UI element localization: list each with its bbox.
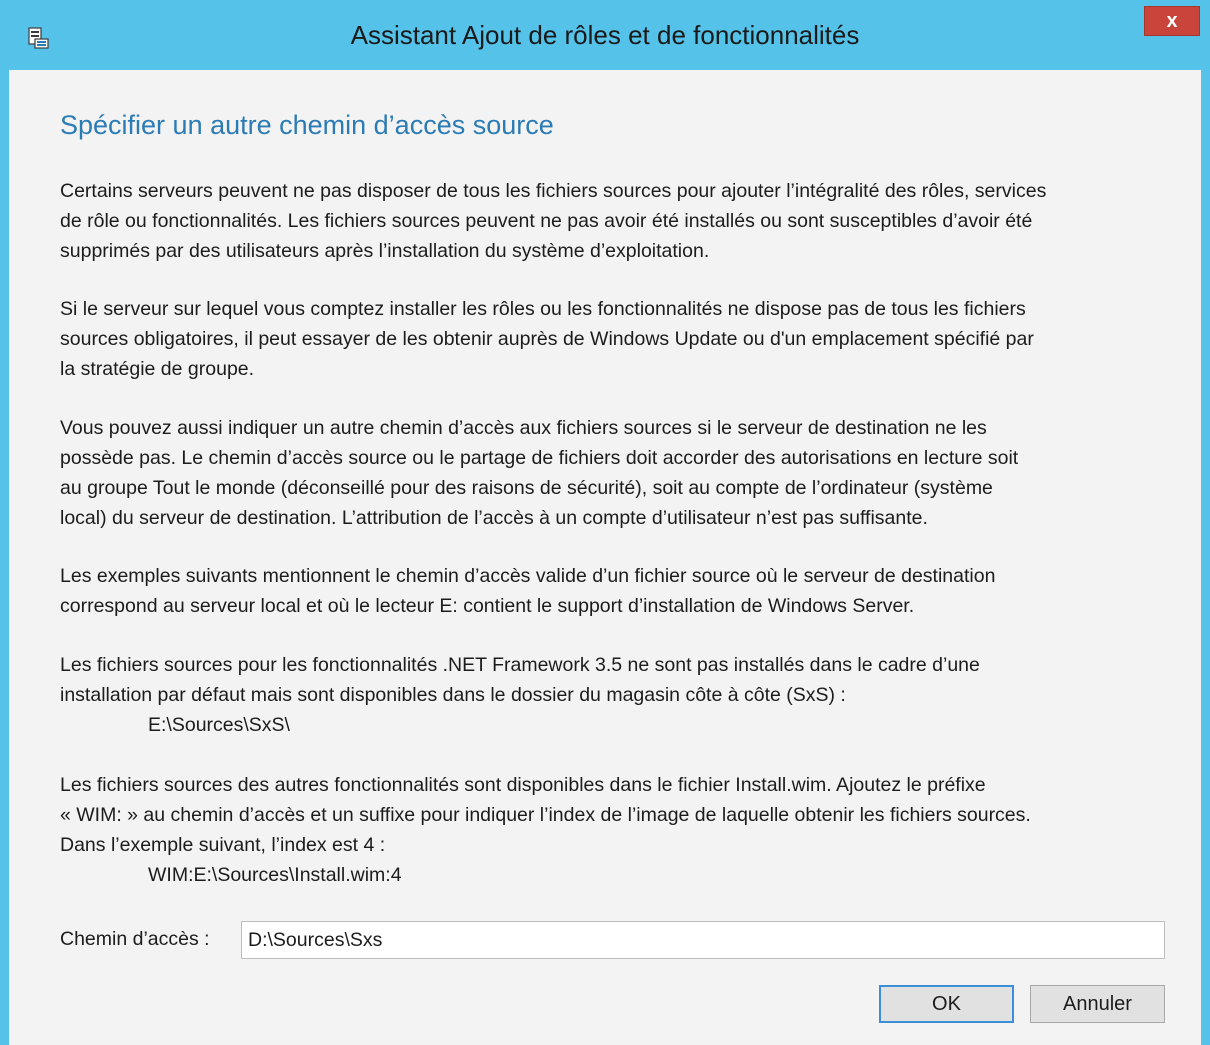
paragraph-permissions: Vous pouvez aussi indiquer un autre chem… [60, 413, 1180, 533]
paragraph-net-framework: Les fichiers sources pour les fonctionna… [60, 650, 1180, 740]
path-input[interactable] [241, 921, 1165, 959]
paragraph-install-wim: Les fichiers sources des autres fonction… [60, 770, 1180, 890]
text-line: Dans l’exemple suivant, l’index est 4 : [60, 834, 386, 856]
window-title: Assistant Ajout de rôles et de fonctionn… [350, 20, 860, 50]
text-line: Les fichiers sources des autres fonction… [60, 774, 986, 796]
text-line: Les exemples suivants mentionnent le che… [60, 565, 996, 587]
text-line: possède pas. Le chemin d’accès source ou… [60, 447, 1019, 469]
paragraph-examples: Les exemples suivants mentionnent le che… [60, 561, 1180, 621]
ok-button[interactable]: OK [879, 985, 1014, 1023]
text-line: de rôle ou fonctionnalités. Les fichiers… [60, 210, 1033, 232]
cancel-button[interactable]: Annuler [1030, 985, 1165, 1023]
wizard-window: Assistant Ajout de rôles et de fonctionn… [0, 0, 1210, 1045]
text-line: supprimés par des utilisateurs après l’i… [60, 240, 710, 262]
example-path: E:\Sources\SxS\ [148, 714, 290, 736]
title-bar[interactable]: Assistant Ajout de rôles et de fonctionn… [0, 0, 1210, 70]
example-path: WIM:E:\Sources\Install.wim:4 [148, 864, 402, 886]
text-line: Vous pouvez aussi indiquer un autre chem… [60, 417, 987, 439]
text-line: sources obligatoires, il peut essayer de… [60, 328, 1034, 350]
close-icon: x [1166, 9, 1178, 32]
dialog-content: Spécifier un autre chemin d’accès source… [9, 70, 1201, 1045]
text-line: Certains serveurs peuvent ne pas dispose… [60, 180, 1047, 202]
text-line: local) du serveur de destination. L’attr… [60, 507, 928, 529]
page-heading: Spécifier un autre chemin d’accès source [60, 110, 554, 140]
text-line: au groupe Tout le monde (déconseillé pou… [60, 477, 993, 499]
path-label: Chemin d’accès : [60, 928, 210, 950]
text-line: Les fichiers sources pour les fonctionna… [60, 654, 980, 676]
close-button[interactable]: x [1144, 6, 1200, 36]
text-line: installation par défaut mais sont dispon… [60, 684, 846, 706]
text-line: la stratégie de groupe. [60, 358, 255, 380]
paragraph-windows-update: Si le serveur sur lequel vous comptez in… [60, 294, 1180, 384]
text-line: Si le serveur sur lequel vous comptez in… [60, 298, 1026, 320]
text-line: « WIM: » au chemin d’accès et un suffixe… [60, 804, 1031, 826]
text-line: correspond au serveur local et où le lec… [60, 595, 915, 617]
paragraph-intro: Certains serveurs peuvent ne pas dispose… [60, 176, 1180, 266]
